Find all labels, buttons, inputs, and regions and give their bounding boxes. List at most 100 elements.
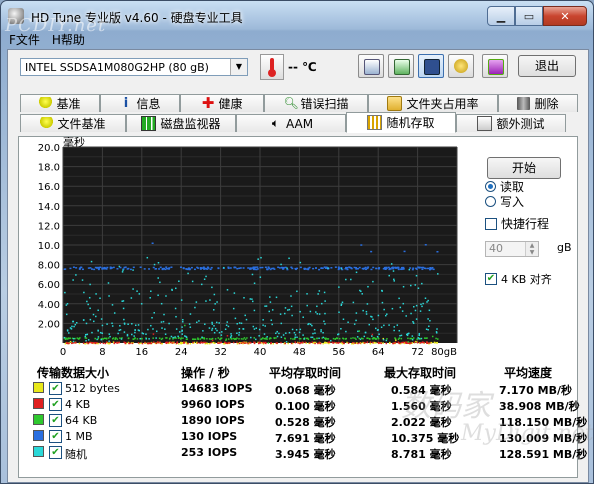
tab-error-scan[interactable]: 🔍︎ 错误扫描 [264, 94, 368, 112]
data-point [316, 313, 319, 315]
x-tick-label: 8 [99, 347, 105, 358]
data-point [416, 341, 419, 344]
data-point [366, 337, 368, 340]
data-point [81, 268, 84, 271]
tab-health[interactable]: ✚ 健康 [180, 94, 264, 112]
data-point [149, 342, 152, 345]
data-point [147, 342, 150, 345]
data-point [322, 336, 325, 339]
data-point [189, 313, 192, 315]
data-point [303, 267, 306, 270]
data-point [284, 337, 286, 340]
data-point [185, 335, 187, 338]
menu-file[interactable]: F文件 [9, 31, 40, 49]
copy-info-button[interactable] [358, 54, 384, 78]
data-point [260, 256, 262, 259]
chart-grid [62, 146, 458, 343]
data-point [291, 267, 294, 270]
data-point [132, 266, 135, 269]
data-point [311, 324, 313, 327]
data-point [269, 268, 272, 271]
series-checkbox[interactable]: ✔ [49, 430, 62, 443]
short-stroke-input[interactable]: 40 ▲ ▼ [485, 241, 539, 257]
data-point [225, 342, 227, 344]
short-stroke-checkbox[interactable] [485, 218, 497, 230]
drive-select[interactable]: INTEL SSDSA1M080G2HP (80 gB) ▼ [20, 58, 248, 76]
data-point [219, 342, 222, 344]
save-button[interactable] [418, 54, 444, 78]
data-point [298, 337, 301, 340]
read-radio[interactable] [485, 181, 496, 192]
data-point [134, 337, 136, 339]
tab-extra-tests[interactable]: 额外测试 [456, 114, 566, 132]
folder-icon [387, 96, 403, 111]
write-label: 写入 [500, 195, 525, 209]
data-point [65, 304, 68, 306]
data-point [209, 342, 211, 345]
data-point [202, 330, 204, 332]
data-point [292, 338, 294, 340]
data-point [371, 333, 374, 336]
series-checkbox[interactable]: ✔ [49, 382, 62, 395]
data-point [262, 337, 264, 339]
tab-file-benchmark[interactable]: 文件基准 [20, 114, 126, 132]
align-4kb-checkbox[interactable]: ✔ [485, 273, 497, 285]
series-checkbox[interactable]: ✔ [49, 414, 62, 427]
maximize-button[interactable]: ▭ [515, 6, 543, 26]
download-button[interactable] [482, 54, 508, 78]
cell-speed: 38.908 MB/秒 [499, 400, 580, 413]
tab-info[interactable]: i 信息 [100, 94, 180, 112]
data-point [131, 342, 134, 345]
spin-up-icon[interactable]: ▲ [525, 242, 538, 249]
exit-button[interactable]: 退出 [518, 55, 576, 77]
data-point [123, 331, 126, 333]
data-point [253, 341, 256, 344]
data-point [306, 337, 309, 340]
menu-help[interactable]: H帮助 [52, 31, 85, 49]
tab-folder-usage[interactable]: 文件夹占用率 [368, 94, 498, 112]
data-point [229, 336, 232, 338]
tab-disk-monitor[interactable]: 磁盘监视器 [126, 114, 236, 132]
data-point [347, 342, 350, 344]
start-button[interactable]: 开始 [487, 157, 561, 179]
options-button[interactable] [448, 54, 474, 78]
data-point [153, 312, 155, 314]
spin-down-icon[interactable]: ▼ [525, 249, 538, 256]
data-point [64, 268, 67, 270]
chevron-down-icon[interactable]: ▼ [230, 59, 247, 75]
data-point [190, 266, 193, 269]
tab-random-access[interactable]: 随机存取 [346, 112, 456, 133]
data-point [344, 268, 347, 270]
data-point [415, 304, 418, 307]
data-point [280, 263, 282, 266]
minimize-button[interactable]: ▁ [487, 6, 515, 26]
data-point [403, 250, 406, 253]
info-icon: i [123, 96, 129, 111]
cell-ops: 14683 IOPS [181, 382, 253, 395]
data-point [253, 328, 256, 330]
tab-benchmark[interactable]: 基准 [20, 94, 100, 112]
data-point [121, 271, 124, 273]
copy-chart-button[interactable] [388, 54, 414, 78]
data-point [157, 261, 160, 264]
data-point [275, 342, 278, 344]
tab-erase[interactable]: 删除 [498, 94, 578, 112]
data-point [290, 295, 292, 297]
data-point [114, 337, 117, 339]
write-radio[interactable] [485, 196, 496, 207]
tab-aam[interactable]: 🔈︎ AAM [236, 114, 346, 132]
data-point [214, 338, 217, 340]
data-point [276, 335, 279, 338]
series-checkbox[interactable]: ✔ [49, 398, 62, 411]
thermometer-icon [260, 54, 284, 80]
data-point [372, 318, 374, 321]
data-point [332, 337, 335, 340]
data-point [122, 307, 125, 310]
title-bar[interactable]: HD Tune 专业版 v4.60 - 硬盘专业工具 PCDIY.net ▁ ▭… [1, 1, 593, 36]
cell-ops: 9960 IOPS [181, 398, 245, 411]
data-point [222, 342, 225, 345]
series-checkbox[interactable]: ✔ [49, 446, 62, 459]
data-point [379, 342, 381, 344]
close-button[interactable]: ✕ [543, 6, 587, 26]
data-point [225, 324, 228, 326]
